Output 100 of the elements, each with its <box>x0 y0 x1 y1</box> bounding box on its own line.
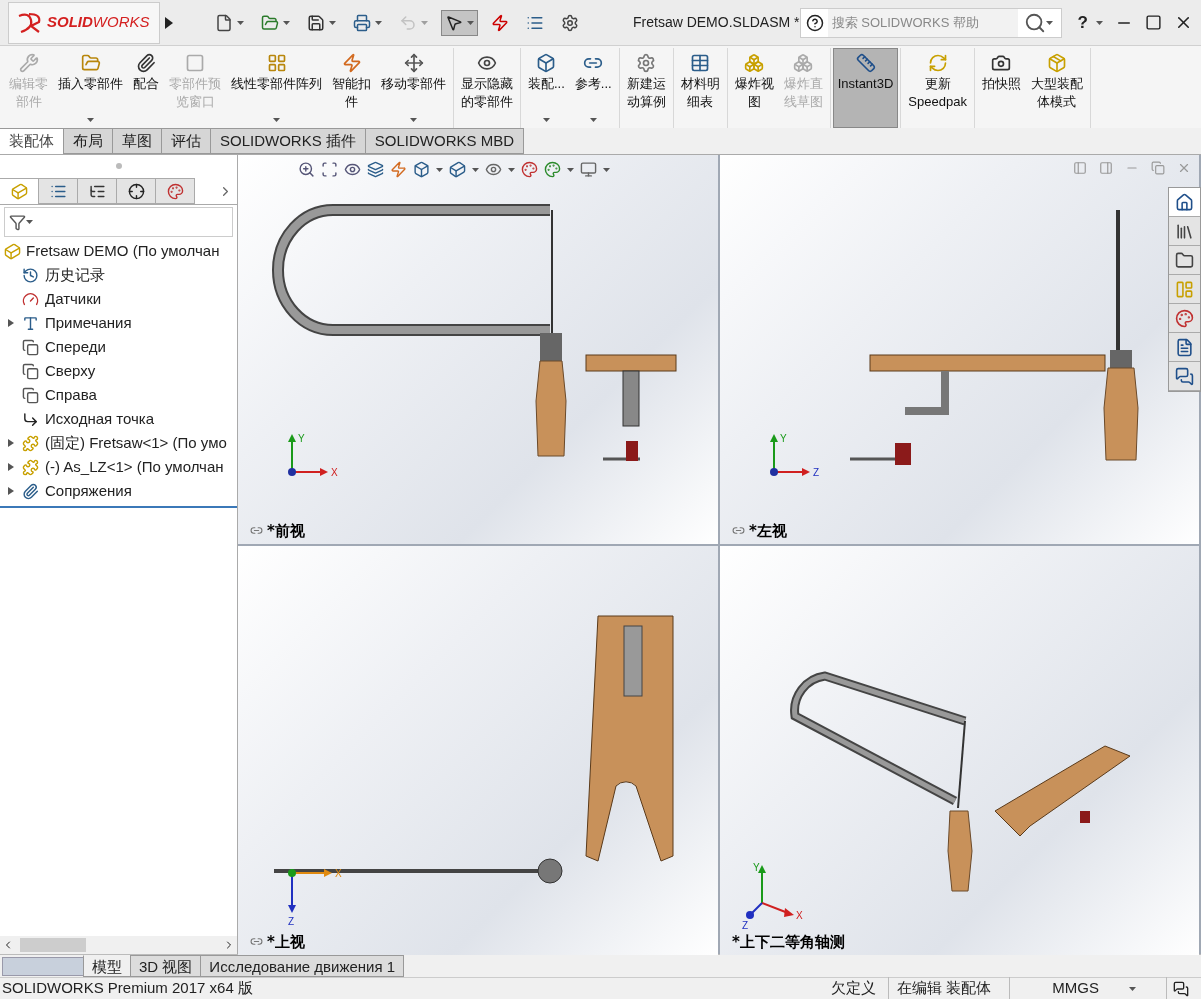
printer-icon <box>353 13 371 32</box>
bolt-icon[interactable] <box>390 161 407 178</box>
window-icon <box>185 53 205 73</box>
ribbon-button[interactable]: 显示隐藏 的零部件 <box>456 48 518 128</box>
caret-icon <box>567 167 574 172</box>
cube-icon <box>10 182 28 200</box>
tree-item[interactable]: Примечания <box>45 311 132 335</box>
tree-item[interactable]: Справа <box>45 383 97 407</box>
section-icon[interactable] <box>367 161 384 178</box>
axis-label: X <box>331 467 338 478</box>
table-icon <box>690 53 711 73</box>
ribbon-tab[interactable]: 评估 <box>161 128 211 154</box>
caret-icon <box>472 167 479 172</box>
expand-arrow-icon[interactable] <box>7 487 15 495</box>
toolbar-button[interactable] <box>441 9 478 36</box>
ribbon-button[interactable]: 更新 Speedpak <box>903 48 972 128</box>
camera-icon <box>991 53 1012 73</box>
ribbon-button[interactable]: 插入零部件 <box>53 48 128 128</box>
cube-icon[interactable] <box>449 161 466 178</box>
caret-icon <box>421 20 428 25</box>
ds-logo-icon <box>17 11 43 34</box>
boxes-icon <box>744 53 765 73</box>
assembly-icon <box>4 242 21 260</box>
ribbon-button[interactable]: 爆炸视 图 <box>729 48 779 128</box>
panel-tab[interactable] <box>38 178 78 204</box>
tile-left-icon[interactable] <box>1073 161 1087 175</box>
search-field[interactable]: 搜索 SOLIDWORKS 帮助 <box>799 7 1062 38</box>
tree-item[interactable]: Датчики <box>45 287 102 311</box>
ribbon-button[interactable]: 装配... <box>523 48 570 128</box>
viewport[interactable]: Y X Z *上下二等角轴测 <box>720 546 1199 955</box>
eye-icon[interactable] <box>485 161 502 178</box>
folder-icon <box>261 13 279 32</box>
ribbon-button[interactable]: 材料明 细表 <box>675 48 725 128</box>
tree-item[interactable]: Fretsaw DEMO (По умолчан <box>0 239 237 263</box>
save-icon <box>307 13 325 32</box>
origin-icon <box>22 410 39 428</box>
properties-icon <box>1175 337 1194 357</box>
ribbon-button[interactable]: 配合 <box>128 48 164 128</box>
ribbon-button[interactable]: 参考... <box>569 48 617 128</box>
chat-icon[interactable] <box>1173 980 1189 997</box>
model-tab[interactable]: Исследование движения 1 <box>200 955 405 977</box>
eye-icon[interactable] <box>344 161 361 178</box>
logo[interactable]: SOLIDWORKS <box>8 1 160 44</box>
viewport[interactable]: Y X *前视 <box>238 155 718 544</box>
cube-icon[interactable] <box>413 161 430 178</box>
plane-icon <box>22 338 39 356</box>
ribbon-button[interactable]: 移动零部件 <box>376 48 451 128</box>
pointer-icon <box>445 13 463 32</box>
ribbon-button[interactable]: Instant3D <box>832 48 899 128</box>
caret-icon <box>508 167 515 172</box>
monitor-icon[interactable] <box>580 161 597 178</box>
expand-arrow-icon[interactable] <box>7 439 15 447</box>
ribbon-button[interactable]: 线性零部件阵列 <box>226 48 327 128</box>
view-label: *前视 <box>267 520 305 542</box>
tile-right-icon[interactable] <box>1099 161 1113 175</box>
caret-icon <box>1045 20 1053 25</box>
viewport[interactable]: Y Z *左视 <box>720 155 1199 544</box>
grip-icon[interactable] <box>115 163 122 169</box>
caret-icon <box>603 167 610 172</box>
tree-item[interactable]: (固定) Fretsaw<1> (По умо <box>45 431 227 455</box>
caret-icon <box>1129 986 1136 991</box>
axis-label: Y <box>753 862 760 873</box>
folder-icon <box>80 53 101 73</box>
scrollbar-thumb[interactable] <box>20 938 86 952</box>
tree-item[interactable]: 历史记录 <box>45 263 105 287</box>
maximize-icon[interactable] <box>1145 14 1162 31</box>
tree-item[interactable]: (-) As_LZ<1> (По умолчан <box>45 455 224 479</box>
tree-item[interactable]: Сверху <box>45 359 96 383</box>
zoom-icon[interactable] <box>298 161 315 178</box>
expand-arrow-icon[interactable] <box>165 16 173 29</box>
tree-item[interactable]: Исходная точка <box>45 407 155 431</box>
caret-icon <box>237 20 244 25</box>
ribbon-tab[interactable]: SOLIDWORKS MBD <box>364 128 525 154</box>
filter-field[interactable] <box>4 207 233 237</box>
status-text: 在编辑 装配体 <box>897 977 1011 999</box>
expand-arrow-icon[interactable] <box>7 463 15 471</box>
paperclip-icon <box>136 53 156 73</box>
search-icon <box>1023 11 1046 34</box>
ribbon-button[interactable]: 大型装配 体模式 <box>1025 48 1088 128</box>
expand-arrow-icon[interactable] <box>7 319 15 327</box>
axis-label: Y <box>298 433 305 444</box>
task-pane-tab[interactable] <box>1169 188 1200 217</box>
chat-icon <box>1175 366 1194 386</box>
tree-item[interactable]: Сопряжения <box>45 479 132 503</box>
ribbon-button[interactable]: 拍快照 <box>976 48 1026 128</box>
ribbon-tab[interactable]: 装配体 <box>0 128 64 154</box>
ribbon-tab[interactable]: 布局 <box>63 128 113 154</box>
tree-item[interactable]: Спереди <box>45 335 106 359</box>
panel-tab[interactable] <box>116 178 156 204</box>
boxes-icon <box>793 53 814 73</box>
help-button[interactable]: ? <box>1077 9 1103 36</box>
model-tab[interactable]: 3D 视图 <box>130 955 202 977</box>
zoom-area-icon[interactable] <box>321 161 338 178</box>
model-tab[interactable]: 模型 <box>83 955 131 977</box>
units-button[interactable]: MMGS <box>1052 977 1167 999</box>
panel-tab[interactable] <box>77 178 117 204</box>
ribbon-button[interactable]: 智能扣 件 <box>327 48 376 128</box>
ribbon-button[interactable]: 新建运 动算例 <box>621 48 671 128</box>
ribbon-tab[interactable]: SOLIDWORKS 插件 <box>210 128 366 154</box>
ribbon-tab[interactable]: 草图 <box>112 128 162 154</box>
